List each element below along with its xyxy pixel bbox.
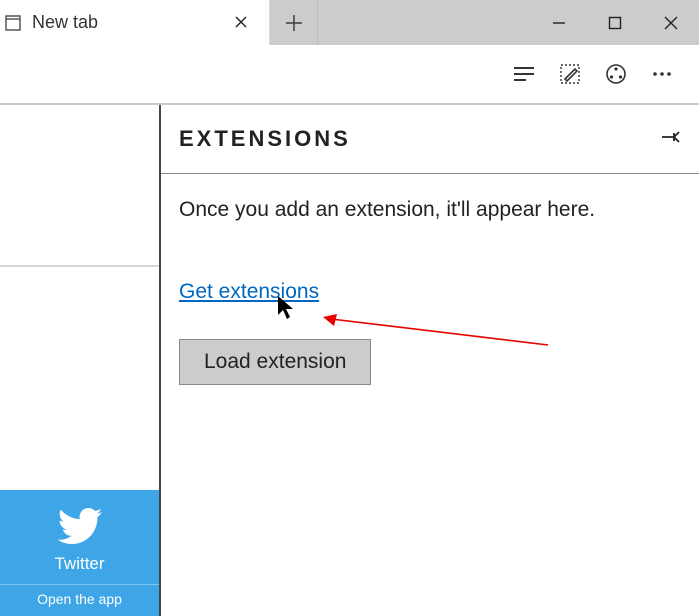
web-note-button[interactable] [547, 51, 593, 97]
titlebar-spacer [318, 0, 531, 45]
new-tab-button[interactable] [270, 0, 318, 45]
twitter-open-link[interactable]: Open the app [0, 584, 159, 613]
browser-tab[interactable]: New tab [0, 0, 270, 45]
more-button[interactable] [639, 51, 685, 97]
extensions-panel: EXTENSIONS Once you add an extension, it… [159, 105, 699, 616]
reading-view-button[interactable] [501, 51, 547, 97]
window-close-button[interactable] [643, 0, 699, 45]
panel-body: Once you add an extension, it'll appear … [161, 174, 699, 407]
get-extensions-link[interactable]: Get extensions [179, 278, 319, 306]
divider [0, 265, 159, 267]
main-area: Twitter Open the app EXTENSIONS Once you… [0, 105, 699, 616]
page-icon [4, 14, 22, 32]
panel-header: EXTENSIONS [161, 105, 699, 174]
panel-title: EXTENSIONS [179, 126, 351, 152]
twitter-tile[interactable]: Twitter Open the app [0, 490, 159, 616]
window-maximize-button[interactable] [587, 0, 643, 45]
window-minimize-button[interactable] [531, 0, 587, 45]
tab-close-button[interactable] [227, 12, 255, 33]
panel-intro-text: Once you add an extension, it'll appear … [179, 196, 681, 224]
pin-icon[interactable] [659, 126, 681, 153]
twitter-label: Twitter [0, 554, 159, 574]
share-button[interactable] [593, 51, 639, 97]
load-extension-button[interactable]: Load extension [179, 339, 371, 385]
twitter-icon [0, 508, 159, 544]
left-column: Twitter Open the app [0, 105, 159, 616]
tab-title: New tab [32, 12, 227, 33]
toolbar [0, 45, 699, 105]
title-bar: New tab [0, 0, 699, 45]
